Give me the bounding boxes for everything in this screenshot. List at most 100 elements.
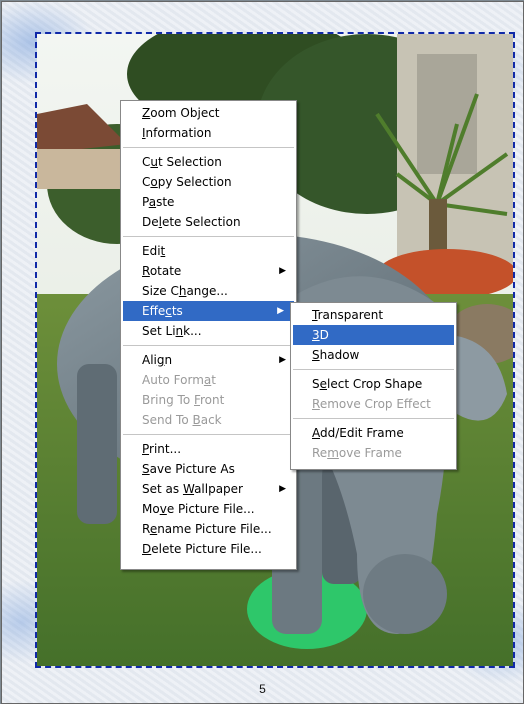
menu-item-label-post: emove Crop Effect bbox=[319, 397, 431, 411]
context-menu-item-copy-selection[interactable]: Copy Selection bbox=[121, 172, 296, 192]
menu-item-label-post: t bbox=[211, 373, 216, 387]
menu-item-accelerator: c bbox=[165, 304, 172, 318]
menu-separator bbox=[293, 418, 454, 419]
context-menu-item-move-picture-file[interactable]: Move Picture File... bbox=[121, 499, 296, 519]
menu-item-accelerator: Z bbox=[142, 106, 151, 120]
menu-item-accelerator: R bbox=[312, 397, 320, 411]
menu-item-label-pre: Ali bbox=[142, 353, 157, 367]
menu-item-label-pre: Set Li bbox=[142, 324, 176, 338]
context-menu-item-delete-picture-file[interactable]: Delete Picture File... bbox=[121, 539, 296, 559]
effects-submenu-item-add-edit-frame[interactable]: Add/Edit Frame bbox=[291, 423, 456, 443]
menu-item-accelerator: R bbox=[142, 264, 150, 278]
context-menu-item-cut-selection[interactable]: Cut Selection bbox=[121, 152, 296, 172]
menu-separator bbox=[123, 147, 294, 148]
context-menu-item-paste[interactable]: Paste bbox=[121, 192, 296, 212]
effects-submenu-item-3d[interactable]: 3D bbox=[293, 325, 454, 345]
menu-item-label-post: oom Object bbox=[150, 106, 220, 120]
menu-item-label-pre: S bbox=[312, 377, 320, 391]
menu-item-accelerator: D bbox=[142, 542, 152, 556]
menu-item-accelerator: A bbox=[312, 426, 320, 440]
menu-item-label-post: lect Crop Shape bbox=[327, 377, 423, 391]
context-menu-item-bring-to-front: Bring To Front bbox=[121, 390, 296, 410]
menu-item-accelerator: v bbox=[159, 502, 167, 516]
menu-separator bbox=[123, 345, 294, 346]
menu-item-label-post: ete Selection bbox=[161, 215, 241, 229]
effects-submenu-item-remove-crop-effect: Remove Crop Effect bbox=[291, 394, 456, 414]
menu-item-label-post: ront bbox=[200, 393, 225, 407]
menu-separator bbox=[123, 434, 294, 435]
effects-submenu-item-transparent[interactable]: Transparent bbox=[291, 305, 456, 325]
menu-item-accelerator: S bbox=[142, 462, 150, 476]
menu-item-label-post: e Picture File... bbox=[166, 502, 255, 516]
menu-item-label-post: dd/Edit Frame bbox=[320, 426, 404, 440]
menu-item-label-pre: Bring To bbox=[142, 393, 194, 407]
context-menu-item-delete-selection[interactable]: Delete Selection bbox=[121, 212, 296, 232]
effects-submenu: Transparent 3D Shadow Select Crop Shape Remo… bbox=[290, 302, 457, 470]
effects-submenu-item-select-crop-shape[interactable]: Select Crop Shape bbox=[291, 374, 456, 394]
menu-item-accelerator: W bbox=[182, 482, 195, 496]
menu-item-label-post: ransparent bbox=[317, 308, 384, 322]
menu-item-label-post: k... bbox=[183, 324, 202, 338]
menu-item-label-post: ange... bbox=[186, 284, 228, 298]
menu-item-label-post: allpaper bbox=[194, 482, 243, 496]
menu-item-label-pre: Effe bbox=[142, 304, 166, 318]
menu-item-label-pre: Set as bbox=[142, 482, 183, 496]
context-menu-item-edit[interactable]: Edit bbox=[121, 241, 296, 261]
document-page: 5 Zoom Object Information Cut Selection Cop… bbox=[1, 1, 524, 704]
menu-item-label-pre: Mo bbox=[142, 502, 160, 516]
context-menu-item-send-to-back: Send To Back bbox=[121, 410, 296, 430]
context-menu-item-set-as-wallpaper[interactable]: Set as Wallpaper ▶ bbox=[121, 479, 296, 499]
context-menu-item-effects[interactable]: Effects ▶ bbox=[123, 301, 294, 321]
menu-item-label-post: rint... bbox=[149, 442, 182, 456]
submenu-arrow-icon: ▶ bbox=[279, 266, 286, 276]
menu-item-label-post: elete Picture File... bbox=[151, 542, 262, 556]
menu-item-label-pre: R bbox=[142, 522, 150, 536]
menu-item-label-post: ack bbox=[200, 413, 222, 427]
page-number: 5 bbox=[259, 682, 266, 696]
menu-item-accelerator: g bbox=[156, 353, 165, 367]
menu-item-label-post: otate bbox=[149, 264, 182, 278]
menu-item-label-post: hadow bbox=[319, 348, 360, 362]
menu-item-label-pre: Re bbox=[312, 446, 328, 460]
menu-item-accelerator: m bbox=[327, 446, 339, 460]
menu-item-label-pre: P bbox=[142, 195, 149, 209]
menu-item-label-pre: Auto Form bbox=[142, 373, 204, 387]
menu-separator bbox=[293, 369, 454, 370]
menu-item-accelerator: P bbox=[142, 442, 150, 456]
context-menu-item-auto-format: Auto Format bbox=[121, 370, 296, 390]
menu-item-label-pre: Edi bbox=[142, 244, 161, 258]
menu-item-label-post: name Picture File... bbox=[157, 522, 272, 536]
submenu-arrow-icon: ▶ bbox=[279, 484, 286, 494]
menu-item-label-post: py Selection bbox=[157, 175, 232, 189]
menu-item-accelerator: t bbox=[160, 244, 166, 258]
menu-item-accelerator: e bbox=[319, 377, 328, 391]
menu-item-label-pre: De bbox=[142, 215, 159, 229]
effects-submenu-item-remove-frame: Remove Frame bbox=[291, 443, 456, 463]
menu-item-label-post: ove Frame bbox=[338, 446, 402, 460]
menu-item-label-post: n bbox=[164, 353, 173, 367]
context-menu-item-information[interactable]: Information bbox=[121, 123, 296, 143]
context-menu-item-size-change[interactable]: Size Change... bbox=[121, 281, 296, 301]
menu-item-label-post: ste bbox=[156, 195, 175, 209]
menu-item-label-post: ts bbox=[171, 304, 183, 318]
menu-item-label-post: nformation bbox=[145, 126, 212, 140]
menu-item-label-pre: Size C bbox=[142, 284, 179, 298]
context-menu-item-set-link[interactable]: Set Link... bbox=[121, 321, 296, 341]
menu-item-accelerator: S bbox=[312, 348, 320, 362]
context-menu-item-align[interactable]: Align ▶ bbox=[121, 350, 296, 370]
context-menu-item-rename-picture-file[interactable]: Rename Picture File... bbox=[121, 519, 296, 539]
menu-item-label-post: D bbox=[319, 328, 329, 342]
context-menu-item-zoom-object[interactable]: Zoom Object bbox=[121, 103, 296, 123]
context-menu-item-save-picture-as[interactable]: Save Picture As bbox=[121, 459, 296, 479]
menu-separator bbox=[123, 236, 294, 237]
effects-submenu-item-shadow[interactable]: Shadow bbox=[291, 345, 456, 365]
submenu-arrow-icon: ▶ bbox=[279, 355, 286, 365]
context-menu-item-print[interactable]: Print... bbox=[121, 439, 296, 459]
menu-item-accelerator: o bbox=[150, 175, 158, 189]
context-menu-item-rotate[interactable]: Rotate ▶ bbox=[121, 261, 296, 281]
menu-item-label-post: t Selection bbox=[158, 155, 222, 169]
menu-item-accelerator: u bbox=[150, 155, 158, 169]
submenu-arrow-icon: ▶ bbox=[277, 306, 284, 316]
menu-item-label-post: ave Picture As bbox=[149, 462, 235, 476]
menu-item-accelerator: n bbox=[175, 324, 184, 338]
